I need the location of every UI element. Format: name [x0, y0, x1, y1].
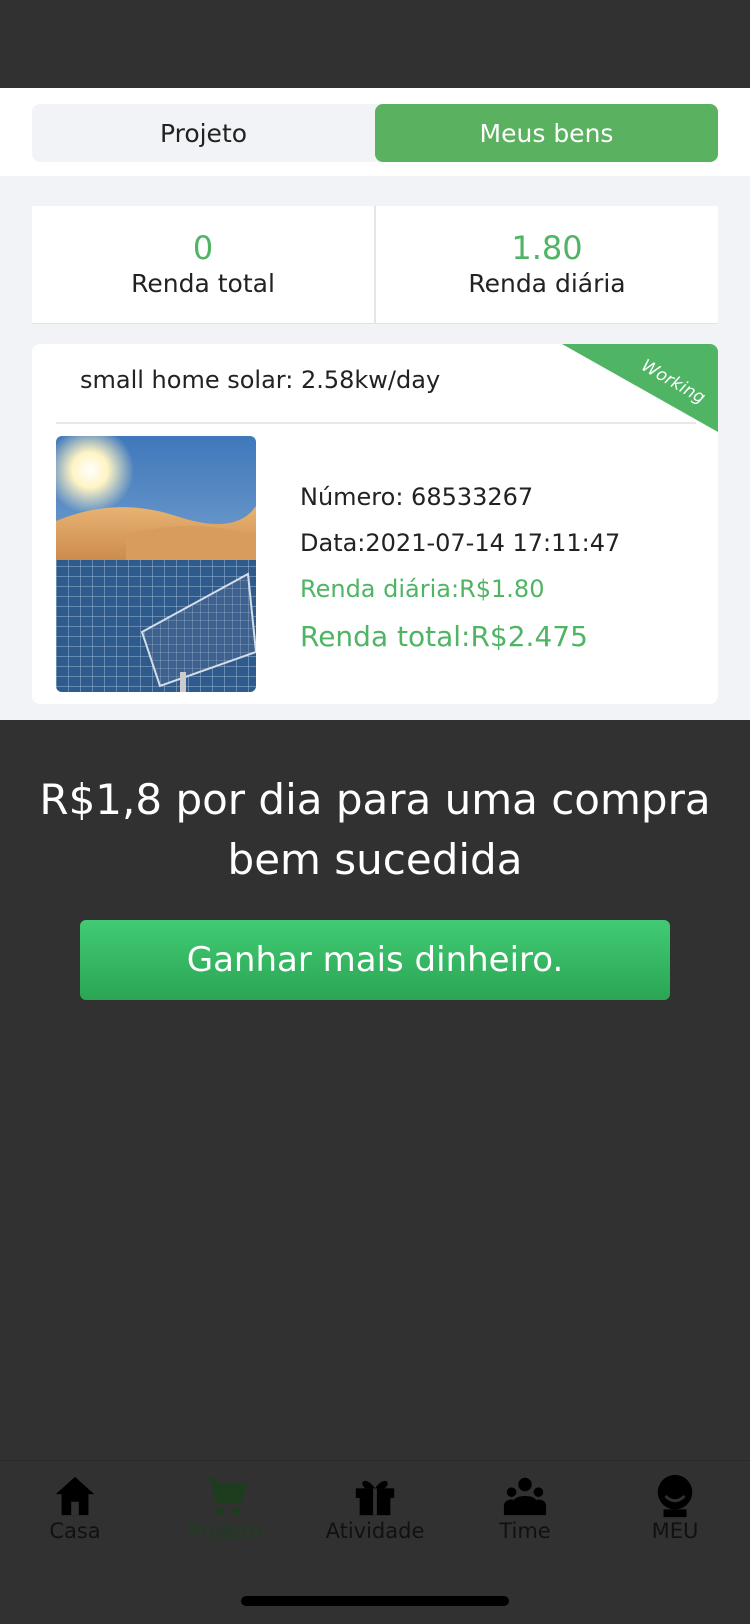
team-icon [503, 1477, 547, 1516]
segmented-tabs: Projeto Meus bens [32, 104, 718, 162]
page-content: Projeto Meus bens 0 Renda total 1.80 Ren… [0, 88, 750, 720]
nav-projeto[interactable]: Projeto [150, 1461, 300, 1570]
solar-panel-image [56, 436, 256, 692]
nav-label: MEU [651, 1519, 699, 1543]
status-bar [0, 0, 750, 88]
promo-line-2: bem sucedida [227, 835, 523, 884]
asset-card[interactable]: small home solar: 2.58kw/day Working Núm… [32, 344, 718, 704]
nav-label: Projeto [188, 1519, 262, 1543]
daily-income-stat: 1.80 Renda diária [374, 206, 718, 323]
tabs-container: Projeto Meus bens [0, 88, 750, 176]
asset-date: Data:2021-07-14 17:11:47 [300, 529, 621, 557]
daily-income-label: Renda diária [468, 268, 626, 298]
income-summary: 0 Renda total 1.80 Renda diária [32, 206, 718, 324]
nav-label: Casa [49, 1519, 101, 1543]
nav-time[interactable]: Time [450, 1461, 600, 1570]
nav-label: Time [499, 1519, 551, 1543]
daily-income-value: 1.80 [511, 228, 583, 267]
divider [56, 422, 696, 424]
total-income-value: 0 [192, 228, 214, 267]
asset-total-income: Renda total:R$2.475 [300, 620, 588, 653]
home-indicator [241, 1596, 509, 1606]
tab-meus-bens[interactable]: Meus bens [375, 104, 718, 162]
asset-title: small home solar: 2.58kw/day [80, 366, 441, 394]
bottom-nav: Casa Projeto Atividade Time MEU [0, 1460, 750, 1570]
asset-details: Número: 68533267 Data:2021-07-14 17:11:4… [300, 474, 620, 662]
asset-number: Número: 68533267 [300, 483, 534, 511]
promo-text: R$1,8 por dia para uma compra bem sucedi… [0, 770, 750, 890]
asset-daily-income: Renda diária:R$1.80 [300, 575, 545, 603]
total-income-label: Renda total [131, 268, 275, 298]
promo-line-1: R$1,8 por dia para uma compra [39, 775, 711, 824]
nav-label: Atividade [325, 1519, 425, 1543]
total-income-stat: 0 Renda total [32, 206, 374, 323]
home-icon [55, 1476, 95, 1516]
gift-icon [355, 1480, 395, 1516]
nav-atividade[interactable]: Atividade [300, 1461, 450, 1570]
tab-projeto[interactable]: Projeto [32, 104, 375, 162]
earn-more-button[interactable]: Ganhar mais dinheiro. [80, 920, 670, 1000]
cart-icon [205, 1476, 247, 1516]
profile-icon [657, 1474, 693, 1518]
nav-meu[interactable]: MEU [600, 1461, 750, 1570]
nav-casa[interactable]: Casa [0, 1461, 150, 1570]
